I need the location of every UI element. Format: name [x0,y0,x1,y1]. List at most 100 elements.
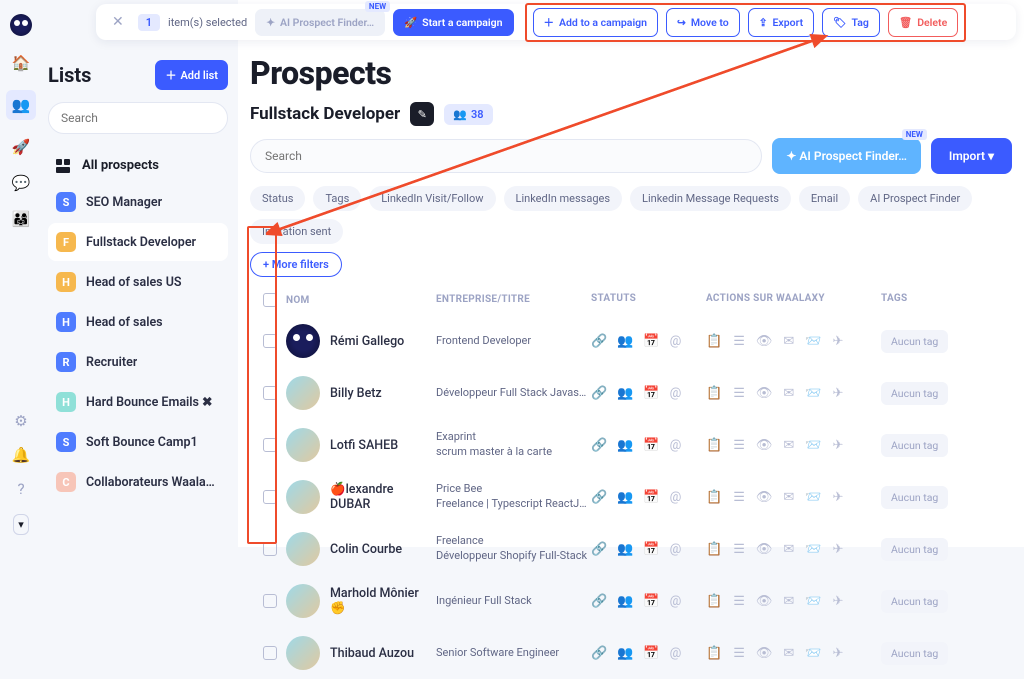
table-row[interactable]: 🍎lexandre DUBAR Price BeeFreelance | Typ… [250,471,1012,523]
filter-pill[interactable]: Linkedin Message Requests [630,186,791,211]
link-icon[interactable]: 🔗 [591,542,607,557]
at-icon[interactable]: @ [670,594,682,609]
move-to-button[interactable]: ↪ Move to [666,8,740,37]
close-icon[interactable]: ✕ [106,14,130,30]
send-icon[interactable]: ✈ [832,646,843,661]
at-icon[interactable]: @ [670,334,682,349]
sidebar-search-input[interactable] [48,102,228,134]
rss-icon[interactable]: ☰ [733,438,745,453]
sidebar-list-item[interactable]: HHard Bounce Emails ✖ [48,383,228,421]
nav-settings-icon[interactable]: ⚙ [14,412,27,430]
calendar-icon[interactable]: 📅 [643,438,659,453]
mail-open-icon[interactable]: 📨 [805,542,821,557]
nav-help-icon[interactable]: ? [17,480,24,498]
rss-icon[interactable]: ☰ [733,334,745,349]
row-checkbox[interactable] [263,646,277,660]
send-icon[interactable]: ✈ [832,542,843,557]
filter-pill[interactable]: LinkedIn messages [504,186,622,211]
table-row[interactable]: Colin Courbe FreelanceDéveloppeur Shopif… [250,523,1012,575]
at-icon[interactable]: @ [670,386,682,401]
select-all-checkbox[interactable] [263,293,277,307]
note-icon[interactable]: 📋 [706,594,722,609]
calendar-icon[interactable]: 📅 [643,386,659,401]
mail-open-icon[interactable]: 📨 [805,386,821,401]
rss-icon[interactable]: ☰ [733,542,745,557]
at-icon[interactable]: @ [670,490,682,505]
tag-pill[interactable]: Aucun tag [881,590,948,613]
at-icon[interactable]: @ [670,438,682,453]
eye-icon[interactable]: 👁 [756,594,773,609]
calendar-icon[interactable]: 📅 [643,594,659,609]
filter-pill[interactable]: Invitation sent [250,219,343,244]
more-filters-button[interactable]: + More filters [250,252,342,277]
note-icon[interactable]: 📋 [706,438,722,453]
envelope-icon[interactable]: ✉ [783,542,794,557]
note-icon[interactable]: 📋 [706,386,722,401]
at-icon[interactable]: @ [670,542,682,557]
envelope-icon[interactable]: ✉ [783,438,794,453]
sidebar-list-item[interactable]: CCollaborateurs Waala… [48,463,228,501]
envelope-icon[interactable]: ✉ [783,646,794,661]
link-icon[interactable]: 🔗 [591,490,607,505]
start-campaign-button[interactable]: 🚀 Start a campaign [393,9,513,36]
link-icon[interactable]: 🔗 [591,438,607,453]
table-row[interactable]: Thibaud Auzou Senior Software Engineer 🔗… [250,627,1012,679]
nav-home-icon[interactable]: 🏠 [12,54,31,72]
envelope-icon[interactable]: ✉ [783,490,794,505]
note-icon[interactable]: 📋 [706,646,722,661]
group-icon[interactable]: 👥 [617,542,633,557]
group-icon[interactable]: 👥 [617,646,633,661]
group-icon[interactable]: 👥 [617,490,633,505]
mail-open-icon[interactable]: 📨 [805,490,821,505]
tag-pill[interactable]: Aucun tag [881,486,948,509]
eye-icon[interactable]: 👁 [756,386,773,401]
link-icon[interactable]: 🔗 [591,386,607,401]
table-row[interactable]: Rémi Gallego Frontend Developer 🔗👥📅@ 📋☰👁… [250,315,1012,367]
table-row[interactable]: Marhold Mônier ✊ Ingénieur Full Stack 🔗👥… [250,575,1012,627]
note-icon[interactable]: 📋 [706,542,722,557]
calendar-icon[interactable]: 📅 [643,542,659,557]
link-icon[interactable]: 🔗 [591,334,607,349]
edit-list-button[interactable]: ✎ [410,102,434,126]
row-checkbox[interactable] [263,386,277,400]
send-icon[interactable]: ✈ [832,334,843,349]
mail-open-icon[interactable]: 📨 [805,438,821,453]
sidebar-list-item[interactable]: HHead of sales US [48,263,228,301]
sidebar-list-item[interactable]: FFullstack Developer [48,223,228,261]
col-company[interactable]: ENTREPRISE/TITRE [436,293,591,307]
row-checkbox[interactable] [263,542,277,556]
nav-team-icon[interactable]: 👨‍👩‍👧 [12,210,31,228]
eye-icon[interactable]: 👁 [756,490,773,505]
envelope-icon[interactable]: ✉ [783,334,794,349]
group-icon[interactable]: 👥 [617,594,633,609]
add-to-campaign-button[interactable]: ＋ Add to a campaign [533,8,659,37]
group-icon[interactable]: 👥 [617,386,633,401]
all-prospects-item[interactable]: All prospects [48,148,228,183]
prospect-search-input[interactable] [250,139,762,173]
language-switch[interactable]: ▾ [13,514,29,535]
filter-pill[interactable]: Email [799,186,850,211]
eye-icon[interactable]: 👁 [756,438,773,453]
tag-pill[interactable]: Aucun tag [881,382,948,405]
mail-open-icon[interactable]: 📨 [805,334,821,349]
ai-prospect-finder-button[interactable]: ✦ AI Prospect Finder…NEW [772,138,921,174]
envelope-icon[interactable]: ✉ [783,594,794,609]
add-list-button[interactable]: ＋Add list [155,60,228,90]
calendar-icon[interactable]: 📅 [643,334,659,349]
nav-campaigns-icon[interactable]: 🚀 [12,138,31,156]
note-icon[interactable]: 📋 [706,334,722,349]
row-checkbox[interactable] [263,594,277,608]
sidebar-list-item[interactable]: SSoft Bounce Camp1 [48,423,228,461]
mail-open-icon[interactable]: 📨 [805,594,821,609]
rss-icon[interactable]: ☰ [733,594,745,609]
row-checkbox[interactable] [263,438,277,452]
link-icon[interactable]: 🔗 [591,594,607,609]
eye-icon[interactable]: 👁 [756,646,773,661]
nav-messages-icon[interactable]: 💬 [12,174,31,192]
sidebar-list-item[interactable]: SSEO Manager [48,183,228,221]
col-tags[interactable]: TAGS [881,293,1008,307]
export-button[interactable]: ⇪ Export [748,8,814,37]
calendar-icon[interactable]: 📅 [643,490,659,505]
sidebar-list-item[interactable]: HHead of sales [48,303,228,341]
tag-pill[interactable]: Aucun tag [881,538,948,561]
